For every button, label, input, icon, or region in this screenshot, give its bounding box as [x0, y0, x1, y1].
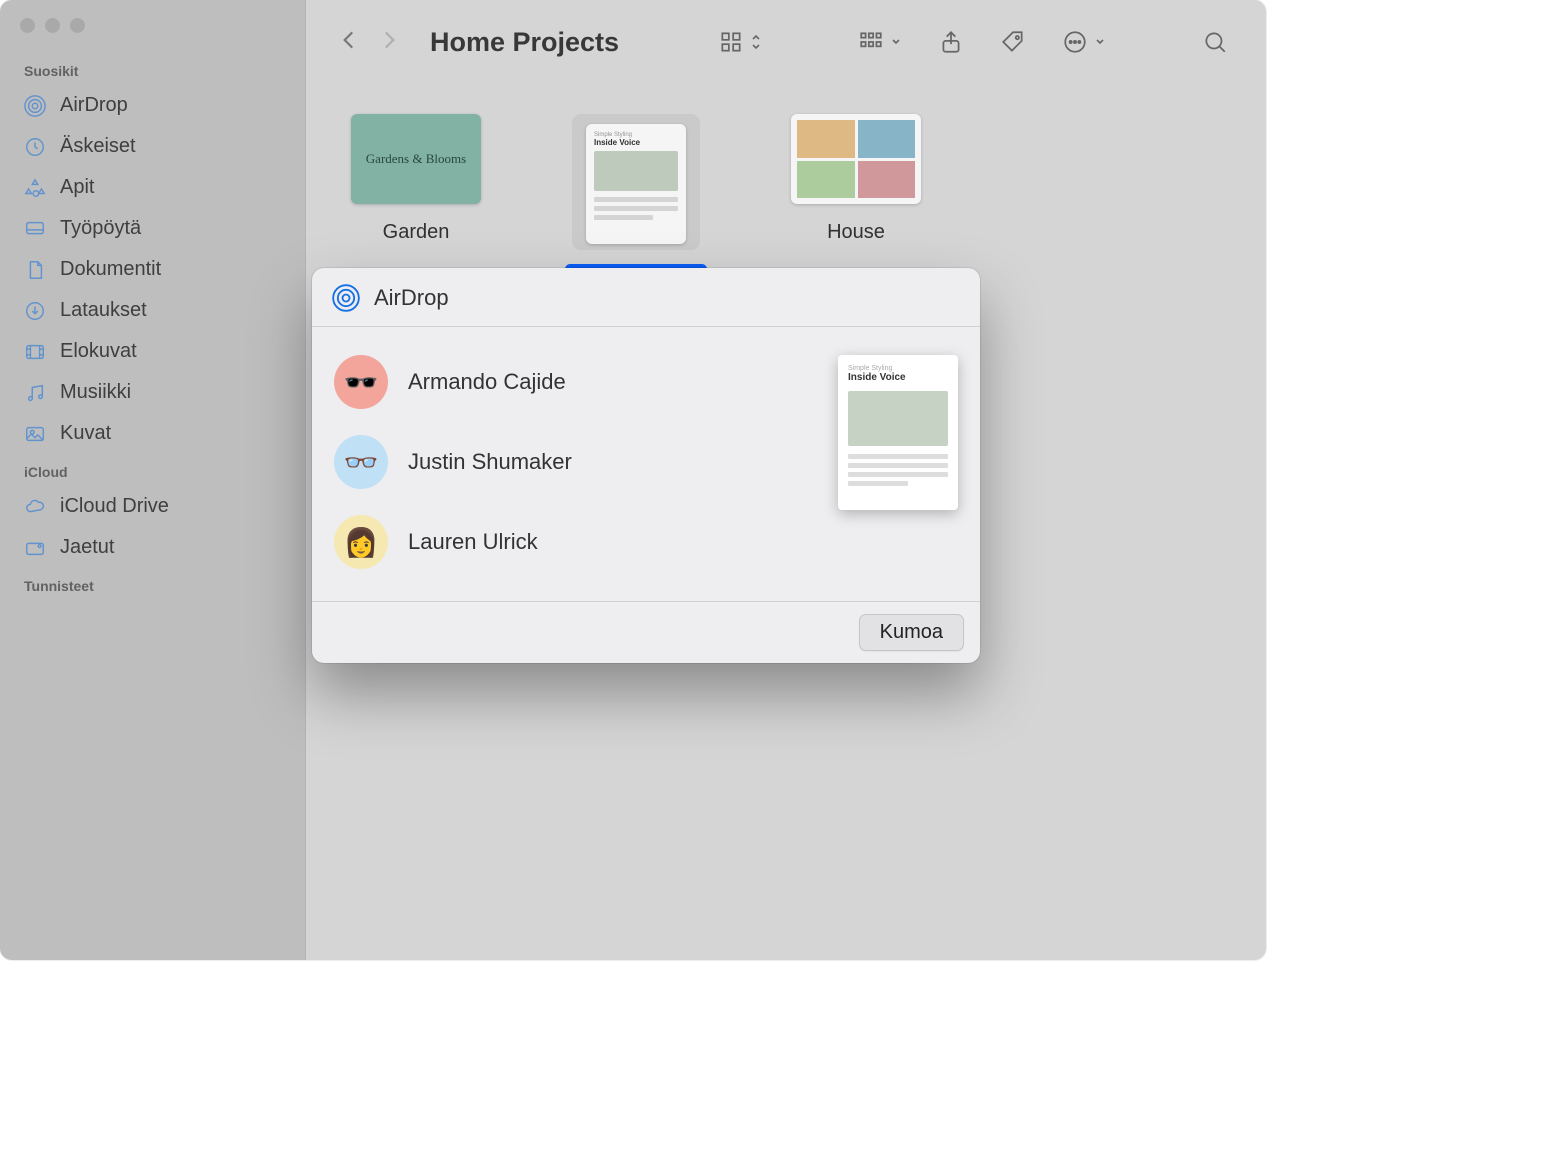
- tags-button[interactable]: [992, 23, 1034, 61]
- preview-title: Inside Voice: [848, 372, 906, 383]
- sidebar-item-label: Äskeiset: [60, 135, 136, 158]
- airdrop-person[interactable]: 👓 Justin Shumaker: [334, 435, 818, 489]
- desktop-icon: [24, 218, 46, 240]
- sidebar-item-label: iCloud Drive: [60, 495, 169, 518]
- airdrop-icon: [332, 284, 360, 312]
- avatar: 👩: [334, 515, 388, 569]
- file-item[interactable]: Gardens & Blooms Garden: [336, 114, 496, 293]
- chevron-down-icon: [1094, 29, 1106, 55]
- close-window-button[interactable]: [20, 18, 35, 33]
- sidebar-item-label: Työpöytä: [60, 217, 141, 240]
- preview-subtitle: Simple Styling: [848, 365, 892, 372]
- file-item-selected[interactable]: Simple Styling Inside Voice Simple Styli…: [556, 114, 716, 293]
- airdrop-person[interactable]: 🕶️ Armando Cajide: [334, 355, 818, 409]
- sidebar-item-label: Kuvat: [60, 422, 111, 445]
- sidebar-item-documents[interactable]: Dokumentit: [14, 249, 291, 290]
- sidebar-item-shared[interactable]: Jaetut: [14, 527, 291, 568]
- sidebar-item-label: Dokumentit: [60, 258, 161, 281]
- sidebar-item-movies[interactable]: Elokuvat: [14, 331, 291, 372]
- apps-icon: [24, 177, 46, 199]
- cloud-icon: [24, 496, 46, 518]
- person-name: Lauren Ulrick: [408, 529, 538, 555]
- file-grid: Gardens & Blooms Garden Simple Styling I…: [306, 84, 1266, 293]
- more-button[interactable]: [1054, 23, 1114, 61]
- document-icon: [24, 259, 46, 281]
- sidebar-item-desktop[interactable]: Työpöytä: [14, 208, 291, 249]
- sidebar-item-label: Elokuvat: [60, 340, 137, 363]
- sidebar-section-icloud-label: iCloud: [14, 454, 291, 486]
- airdrop-people-list: 🕶️ Armando Cajide 👓 Justin Shumaker 👩 La…: [334, 345, 818, 579]
- window-controls: [14, 18, 291, 53]
- avatar: 🕶️: [334, 355, 388, 409]
- sidebar-item-label: Musiikki: [60, 381, 131, 404]
- airdrop-icon: [24, 95, 46, 117]
- group-button[interactable]: [850, 23, 910, 61]
- sidebar-item-music[interactable]: Musiikki: [14, 372, 291, 413]
- file-name: House: [819, 218, 893, 247]
- file-thumbnail: Gardens & Blooms: [351, 114, 481, 204]
- zoom-window-button[interactable]: [70, 18, 85, 33]
- airdrop-title: AirDrop: [374, 285, 449, 311]
- finder-window: Suosikit AirDrop Äskeiset Apit Työpöytä …: [0, 0, 1266, 960]
- back-button[interactable]: [336, 27, 362, 58]
- sidebar: Suosikit AirDrop Äskeiset Apit Työpöytä …: [0, 0, 306, 960]
- airdrop-person[interactable]: 👩 Lauren Ulrick: [334, 515, 818, 569]
- music-icon: [24, 382, 46, 404]
- file-thumbnail: Simple Styling Inside Voice: [586, 124, 686, 244]
- view-mode-button[interactable]: [710, 23, 770, 61]
- shared-icon: [24, 537, 46, 559]
- airdrop-popover: AirDrop 🕶️ Armando Cajide 👓 Justin Shuma…: [312, 268, 980, 663]
- file-thumbnail: [791, 114, 921, 204]
- sidebar-item-downloads[interactable]: Lataukset: [14, 290, 291, 331]
- sidebar-section-favorites-label: Suosikit: [14, 53, 291, 85]
- toolbar: Home Projects: [306, 0, 1266, 84]
- share-button[interactable]: [930, 23, 972, 61]
- sidebar-item-pictures[interactable]: Kuvat: [14, 413, 291, 454]
- sidebar-item-apps[interactable]: Apit: [14, 167, 291, 208]
- movie-icon: [24, 341, 46, 363]
- sidebar-item-label: Jaetut: [60, 536, 114, 559]
- file-preview: Simple Styling Inside Voice: [838, 355, 958, 510]
- person-name: Armando Cajide: [408, 369, 566, 395]
- file-item[interactable]: House: [776, 114, 936, 293]
- search-button[interactable]: [1194, 23, 1236, 61]
- sidebar-section-tags-label: Tunnisteet: [14, 568, 291, 600]
- chevron-down-icon: [890, 29, 902, 55]
- sidebar-item-label: AirDrop: [60, 94, 128, 117]
- photo-icon: [24, 423, 46, 445]
- forward-button[interactable]: [376, 27, 402, 58]
- person-name: Justin Shumaker: [408, 449, 572, 475]
- window-title: Home Projects: [430, 27, 619, 58]
- sidebar-item-icloud-drive[interactable]: iCloud Drive: [14, 486, 291, 527]
- sidebar-item-label: Apit: [60, 176, 94, 199]
- sidebar-item-label: Lataukset: [60, 299, 147, 322]
- sidebar-item-airdrop[interactable]: AirDrop: [14, 85, 291, 126]
- cancel-button[interactable]: Kumoa: [859, 614, 964, 651]
- sidebar-item-recents[interactable]: Äskeiset: [14, 126, 291, 167]
- file-name: Garden: [375, 218, 458, 247]
- airdrop-header: AirDrop: [312, 268, 980, 327]
- clock-icon: [24, 136, 46, 158]
- avatar: 👓: [334, 435, 388, 489]
- download-icon: [24, 300, 46, 322]
- minimize-window-button[interactable]: [45, 18, 60, 33]
